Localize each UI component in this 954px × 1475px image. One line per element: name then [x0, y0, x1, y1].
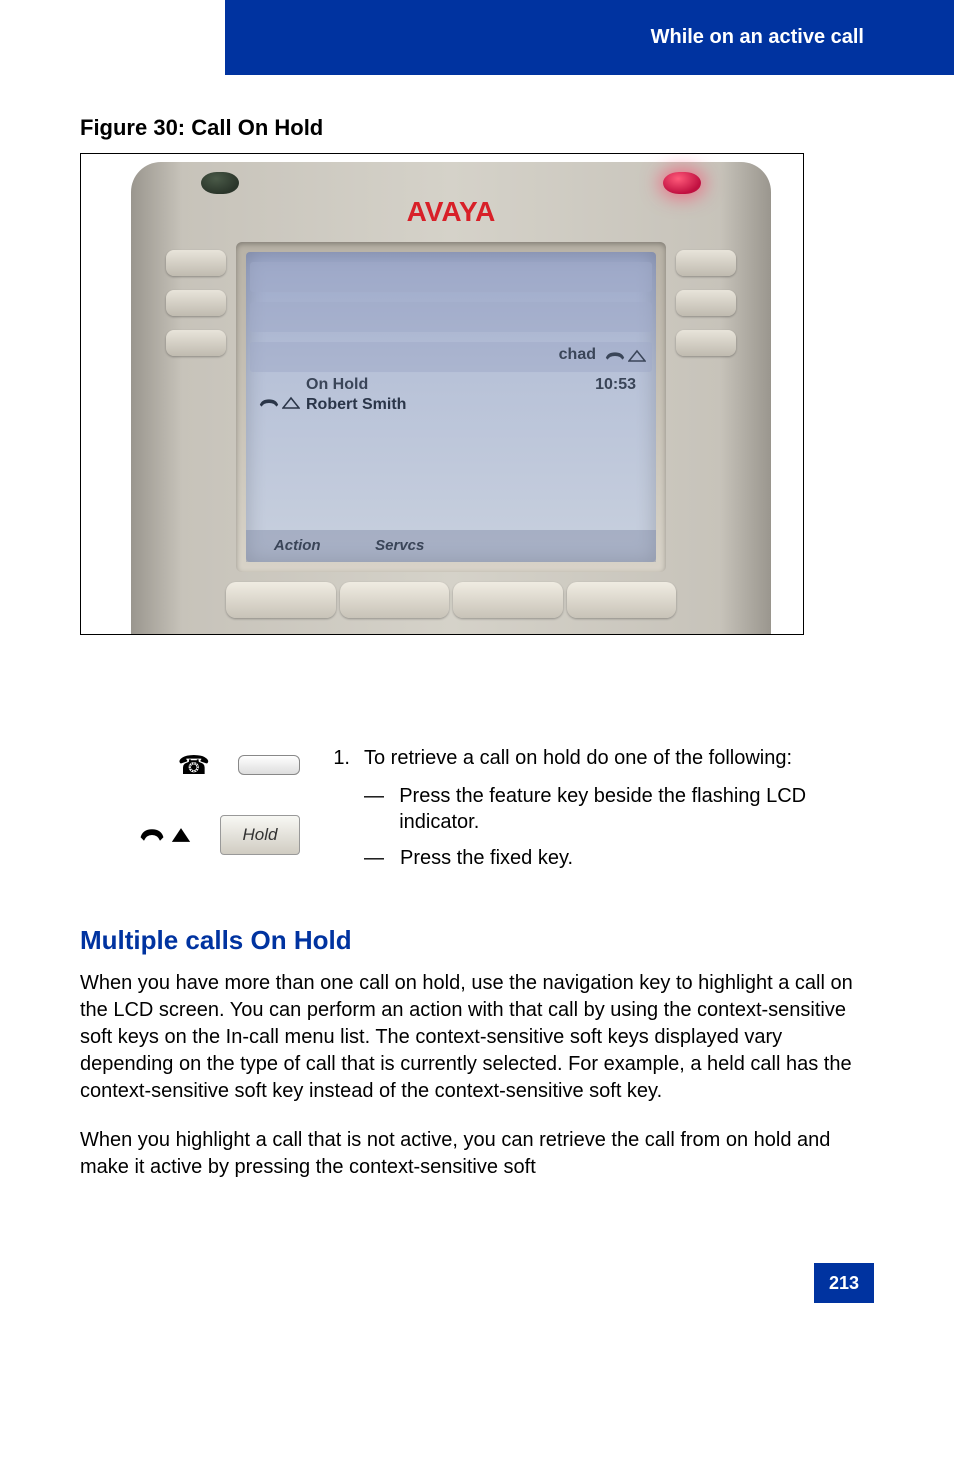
page-header: While on an active call	[0, 0, 954, 75]
lcd-frame: chad 10:53 On Hold Robert Smith Action	[236, 242, 666, 572]
phone-body: AVAYA chad	[131, 162, 771, 635]
lcd-softkey-label	[554, 530, 657, 562]
speaker-icon	[170, 827, 192, 843]
lcd-line-row	[250, 262, 652, 292]
lcd-line-row	[250, 302, 652, 332]
hold-key-icon-row: Hold	[80, 815, 300, 855]
option-text: Press the feature key beside the flashin…	[399, 783, 874, 835]
dash-marker: —	[364, 845, 386, 871]
instruction-text-column: 1. To retrieve a call on hold do one of …	[330, 745, 874, 885]
lcd-softkey-bar: Action Servcs	[246, 530, 656, 562]
softkey-button[interactable]	[453, 582, 563, 618]
page-number: 213	[814, 1263, 874, 1303]
right-line-keys	[676, 250, 736, 370]
speaker-icon	[282, 396, 300, 410]
softkey-button[interactable]	[567, 582, 677, 618]
message-led-icon	[201, 172, 239, 194]
lcd-softkey-label: Action	[246, 530, 349, 562]
lcd-caller-name: Robert Smith	[306, 396, 406, 414]
instruction-icons-column: ☎ Hold	[80, 745, 310, 885]
lcd-hold-status-icons	[258, 396, 300, 410]
step-number: 1.	[330, 745, 350, 771]
step-text: To retrieve a call on hold do one of the…	[364, 745, 792, 771]
hold-status-icon	[138, 827, 192, 843]
dash-marker: —	[364, 783, 385, 835]
handset-icon	[604, 349, 626, 363]
line-key-button[interactable]	[676, 290, 736, 316]
hold-key-label: Hold	[220, 815, 300, 855]
phone-figure: AVAYA chad	[80, 153, 804, 635]
figure-caption: Figure 30: Call On Hold	[80, 115, 874, 141]
line-key-button[interactable]	[676, 250, 736, 276]
sub-option: — Press the feature key beside the flash…	[364, 783, 874, 835]
feature-key-icon	[238, 755, 300, 775]
softkey-button[interactable]	[226, 582, 336, 618]
lcd-screen: chad 10:53 On Hold Robert Smith Action	[246, 252, 656, 562]
section-heading: Multiple calls On Hold	[80, 925, 874, 956]
numbered-step: 1. To retrieve a call on hold do one of …	[330, 745, 874, 771]
line-key-button[interactable]	[166, 290, 226, 316]
line-key-button[interactable]	[676, 330, 736, 356]
lcd-softkey-label	[451, 530, 554, 562]
option-after: fixed key.	[490, 847, 573, 869]
lcd-time: 10:53	[595, 376, 636, 394]
softkey-buttons	[226, 582, 676, 618]
option-text: Press the fixed key.	[400, 845, 573, 871]
lcd-status-line: On Hold	[306, 376, 368, 394]
lcd-user-label: chad	[559, 346, 596, 364]
line-key-button[interactable]	[166, 330, 226, 356]
sub-option: — Press the fixed key.	[364, 845, 874, 871]
body-paragraph: When you highlight a call that is not ac…	[80, 1127, 874, 1181]
option-before: Press the	[399, 785, 489, 807]
lcd-line-status-icons	[604, 349, 646, 363]
speaker-icon	[628, 349, 646, 363]
telephone-icon: ☎	[178, 750, 210, 781]
line-key-button[interactable]	[166, 250, 226, 276]
header-section-title: While on an active call	[225, 0, 954, 75]
handset-icon	[138, 827, 166, 843]
option-before: Press the	[400, 847, 490, 869]
brand-logo: AVAYA	[131, 196, 771, 228]
instruction-block: ☎ Hold 1. To retrieve a call on hold do …	[80, 745, 874, 885]
left-line-keys	[166, 250, 226, 370]
lcd-softkey-label: Servcs	[349, 530, 452, 562]
handset-icon	[258, 396, 280, 410]
alert-led-icon	[663, 172, 701, 194]
feature-key-icon-row: ☎	[80, 745, 300, 785]
softkey-button[interactable]	[340, 582, 450, 618]
body-paragraph: When you have more than one call on hold…	[80, 970, 874, 1105]
